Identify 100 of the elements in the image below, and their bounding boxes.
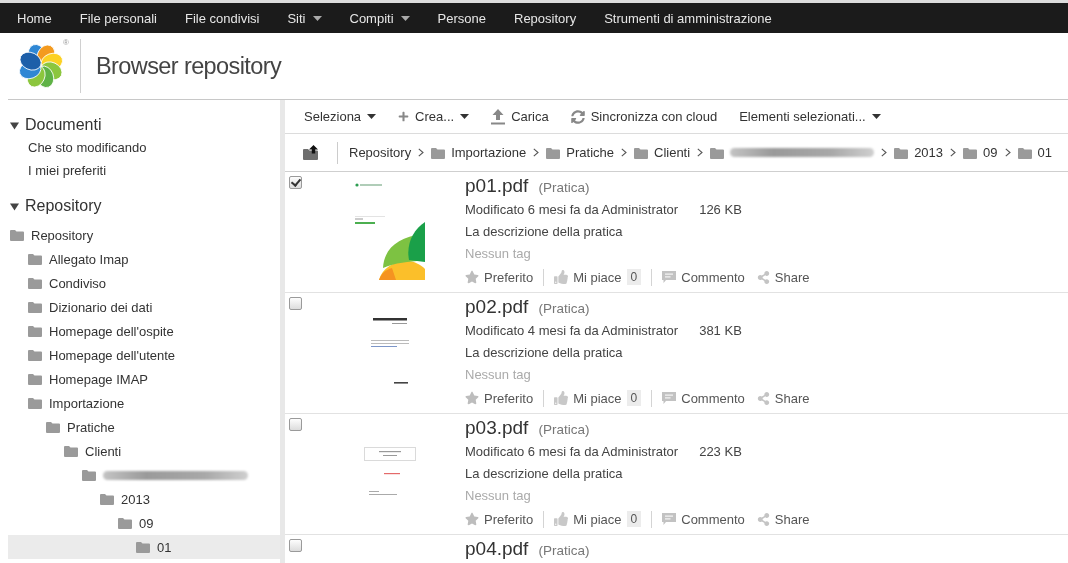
chevron-right-icon: [697, 148, 704, 157]
tree-item[interactable]: Allegato Imap: [8, 247, 280, 271]
folder-icon: [82, 469, 96, 481]
tree-item[interactable]: Homepage IMAP: [8, 367, 280, 391]
nav-link[interactable]: Home: [3, 3, 66, 33]
nav-link[interactable]: Strumenti di amministrazione: [590, 3, 786, 33]
breadcrumb-link[interactable]: Pratiche: [546, 145, 614, 160]
folder-icon: [64, 445, 78, 457]
comment-link[interactable]: Commento: [662, 511, 745, 527]
comment-icon: [662, 271, 677, 283]
comment-link[interactable]: Commento: [662, 390, 745, 406]
favorite-link[interactable]: Preferito: [465, 511, 534, 527]
file-name-link[interactable]: p04.pdf: [465, 537, 529, 561]
folder-icon: [546, 146, 561, 159]
tags-label: Nessun tag: [465, 245, 531, 261]
like-count: 0: [626, 269, 642, 285]
tree-item[interactable]: Clienti: [8, 439, 280, 463]
document-description: La descrizione della pratica: [465, 223, 623, 239]
folder-icon: [28, 373, 42, 385]
nav-link[interactable]: Persone: [423, 3, 500, 33]
folder-icon: [28, 301, 42, 313]
breadcrumb-link[interactable]: 01: [1017, 145, 1052, 160]
favorite-link[interactable]: Preferito: [465, 390, 534, 406]
nav-link[interactable]: File condivisi: [171, 3, 274, 33]
share-icon: [756, 391, 770, 405]
sidebar-link[interactable]: Che sto modificando: [8, 136, 280, 159]
tree-item[interactable]: 2013: [8, 487, 280, 511]
folder-icon: [10, 229, 24, 241]
toolbar-button[interactable]: Elementi selezionati...: [739, 109, 881, 124]
breadcrumb-link[interactable]: 09: [963, 145, 998, 160]
tree-item[interactable]: Dizionario dei dati: [8, 295, 280, 319]
file-name-link[interactable]: p03.pdf: [465, 416, 529, 440]
tree-item[interactable]: Repository: [8, 223, 280, 247]
modified-info: Modificato 4 mesi fa da Administrator: [465, 322, 679, 338]
comment-link[interactable]: Commento: [662, 269, 745, 285]
nav-link[interactable]: Repository: [500, 3, 591, 33]
chevron-right-icon: [533, 148, 540, 157]
folder-icon: [710, 146, 725, 159]
breadcrumb-link[interactable]: Repository: [349, 145, 412, 160]
file-size: 223 KB: [699, 443, 742, 459]
share-link[interactable]: Share: [756, 511, 810, 527]
toolbar-button[interactable]: Seleziona: [304, 109, 377, 124]
folder-icon: [963, 146, 978, 159]
tree-item[interactable]: 09: [8, 511, 280, 535]
chevron-right-icon: [950, 148, 957, 157]
breadcrumb-link[interactable]: [710, 146, 875, 159]
section-header[interactable]: Repository: [8, 195, 280, 217]
file-size: 126 KB: [699, 201, 742, 217]
section-header[interactable]: Documenti: [8, 114, 280, 136]
document-description: La descrizione della pratica: [465, 344, 623, 360]
folder-icon: [28, 397, 42, 409]
breadcrumb-link[interactable]: Clienti: [634, 145, 691, 160]
tree-item[interactable]: Importazione: [8, 391, 280, 415]
checkbox[interactable]: [289, 539, 302, 552]
share-icon: [756, 270, 770, 284]
folder-icon: [28, 253, 42, 265]
nav-link[interactable]: File personali: [65, 3, 171, 33]
folder-icon: [100, 493, 114, 505]
toolbar-button[interactable]: Carica: [491, 108, 549, 125]
folder-icon: [634, 146, 648, 159]
checkbox[interactable]: [289, 297, 302, 310]
like-link[interactable]: Mi piace: [554, 269, 622, 285]
document-thumbnail-drawing: [371, 318, 409, 386]
favorite-link[interactable]: Preferito: [465, 269, 534, 285]
modified-info: Modificato 6 mesi fa da Administrator: [465, 201, 679, 217]
folder-icon: [28, 277, 42, 289]
upload-icon: [491, 108, 506, 125]
nav-link[interactable]: Siti: [273, 3, 336, 33]
like-link[interactable]: Mi piace: [554, 511, 622, 527]
tree-item[interactable]: Homepage dell'utente: [8, 343, 280, 367]
toolbar-button[interactable]: Sincronizza con cloud: [570, 109, 718, 124]
toolbar-button[interactable]: Crea...: [398, 109, 470, 124]
chevron-right-icon: [418, 148, 425, 157]
parent-folder-button[interactable]: [303, 145, 319, 160]
nav-link[interactable]: Compiti: [335, 3, 424, 33]
tree-item[interactable]: Homepage dell'ospite: [8, 319, 280, 343]
checkbox[interactable]: [289, 176, 302, 189]
share-icon: [756, 512, 770, 526]
file-name-link[interactable]: p02.pdf: [465, 295, 529, 319]
document-type: (Pratica): [538, 301, 590, 316]
tree-item[interactable]: Pratiche: [8, 415, 280, 439]
sync-icon: [570, 109, 585, 124]
checkbox[interactable]: [289, 418, 302, 431]
breadcrumb-link[interactable]: Importazione: [431, 145, 527, 160]
sidebar-link[interactable]: I miei preferiti: [8, 159, 280, 182]
tree-item[interactable]: Condiviso: [8, 271, 280, 295]
breadcrumb-link[interactable]: 2013: [894, 145, 944, 160]
folder-icon: [46, 421, 60, 433]
document-type: (Pratica): [538, 543, 590, 558]
like-link[interactable]: Mi piace: [554, 390, 622, 406]
chevron-right-icon: [1004, 148, 1011, 157]
registered-mark: ®: [63, 39, 69, 47]
tree-item[interactable]: 01: [8, 535, 280, 559]
chevron-right-icon: [881, 148, 888, 157]
file-size: 381 KB: [699, 322, 742, 338]
share-link[interactable]: Share: [756, 390, 810, 406]
comment-icon: [662, 392, 677, 404]
tags-label: Nessun tag: [465, 366, 531, 382]
file-name-link[interactable]: p01.pdf: [465, 174, 529, 198]
share-link[interactable]: Share: [756, 269, 810, 285]
